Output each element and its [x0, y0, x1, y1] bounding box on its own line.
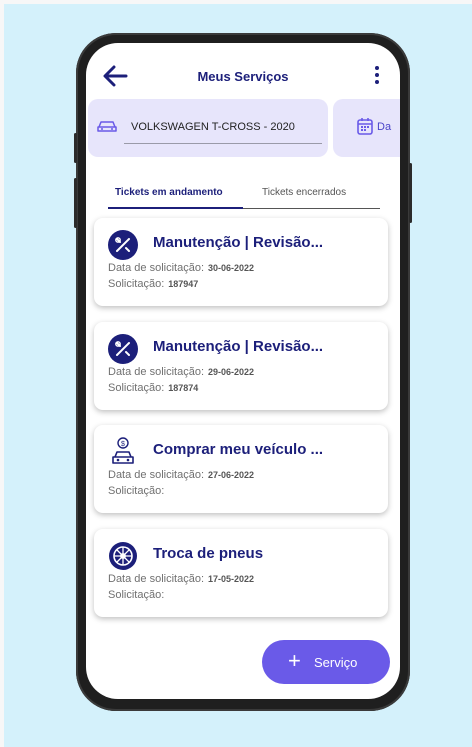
ticket-request-row: Solicitação: 187874 — [108, 382, 198, 394]
date-value: 30-06-2022 — [208, 263, 255, 273]
date-label: Da — [377, 121, 392, 133]
ticket-card[interactable]: Manutenção | Revisão... Data de solicita… — [94, 218, 388, 306]
vehicle-underline — [124, 143, 322, 144]
date-label: Data de solicitação: — [108, 469, 204, 481]
ticket-card[interactable]: Troca de pneus Data de solicitação: 17-05… — [94, 529, 388, 617]
ticket-request-row: Solicitação: — [108, 589, 168, 601]
date-label: Data de solicitação: — [108, 573, 204, 585]
plus-icon: + — [288, 648, 301, 673]
page-title: Meus Serviços — [197, 69, 289, 84]
tools-icon — [108, 230, 138, 260]
vehicle-selector[interactable]: VOLKSWAGEN T-CROSS - 2020 — [88, 99, 328, 157]
ticket-date-row: Data de solicitação: 27-06-2022 — [108, 469, 254, 481]
ticket-date-row: Data de solicitação: 29-06-2022 — [108, 366, 254, 378]
more-vertical-icon — [375, 66, 379, 70]
phone-side-button — [74, 178, 77, 228]
phone-frame: Meus Serviços VOLKSWAGEN T-CROSS - 2020 … — [74, 33, 412, 711]
ticket-title: Troca de pneus — [153, 545, 264, 562]
ticket-request-row: Solicitação: 187947 — [108, 278, 198, 290]
date-label: Data de solicitação: — [108, 366, 204, 378]
ticket-title: Manutenção | Revisão... — [153, 234, 324, 251]
add-service-label: Serviço — [314, 655, 358, 670]
date-value: 29-06-2022 — [208, 367, 255, 377]
svg-text:$: $ — [121, 441, 125, 448]
date-label: Data de solicitação: — [108, 262, 204, 274]
app-screen: Meus Serviços VOLKSWAGEN T-CROSS - 2020 … — [86, 43, 400, 699]
phone-side-button — [409, 163, 412, 223]
ticket-request-row: Solicitação: — [108, 485, 168, 497]
ticket-list: Manutenção | Revisão... Data de solicita… — [86, 213, 400, 643]
request-label: Solicitação: — [108, 589, 165, 601]
active-tab-indicator — [108, 207, 243, 209]
tab-in-progress[interactable]: Tickets em andamento — [115, 187, 223, 198]
car-money-icon: $ — [112, 437, 134, 464]
more-menu-button[interactable] — [372, 63, 382, 89]
ticket-card[interactable]: $ Comprar meu veículo ... Data de solici… — [94, 425, 388, 513]
ticket-card[interactable]: Manutenção | Revisão... Data de solicita… — [94, 322, 388, 410]
add-service-button[interactable]: + Serviço — [262, 640, 390, 684]
ticket-title: Manutenção | Revisão... — [153, 338, 324, 355]
date-value: 27-06-2022 — [208, 470, 255, 480]
ticket-date-row: Data de solicitação: 17-05-2022 — [108, 573, 254, 585]
tab-closed[interactable]: Tickets encerrados — [262, 187, 346, 198]
request-label: Solicitação: — [108, 485, 165, 497]
app-header: Meus Serviços — [86, 43, 400, 103]
car-icon — [97, 121, 117, 132]
date-value: 17-05-2022 — [208, 574, 255, 584]
ticket-date-row: Data de solicitação: 30-06-2022 — [108, 262, 254, 274]
request-label: Solicitação: — [108, 278, 165, 290]
vehicle-label: VOLKSWAGEN T-CROSS - 2020 — [131, 121, 295, 133]
request-label: Solicitação: — [108, 382, 165, 394]
phone-side-button — [74, 133, 77, 163]
tools-icon — [108, 334, 138, 364]
ticket-title: Comprar meu veículo ... — [153, 441, 324, 458]
request-value: 187947 — [168, 279, 199, 289]
tire-icon — [109, 542, 137, 570]
date-selector[interactable]: Da — [333, 99, 400, 157]
request-value: 187874 — [168, 383, 199, 393]
calendar-icon — [357, 118, 373, 135]
ticket-tabs: Tickets em andamento Tickets encerrados — [108, 179, 380, 209]
